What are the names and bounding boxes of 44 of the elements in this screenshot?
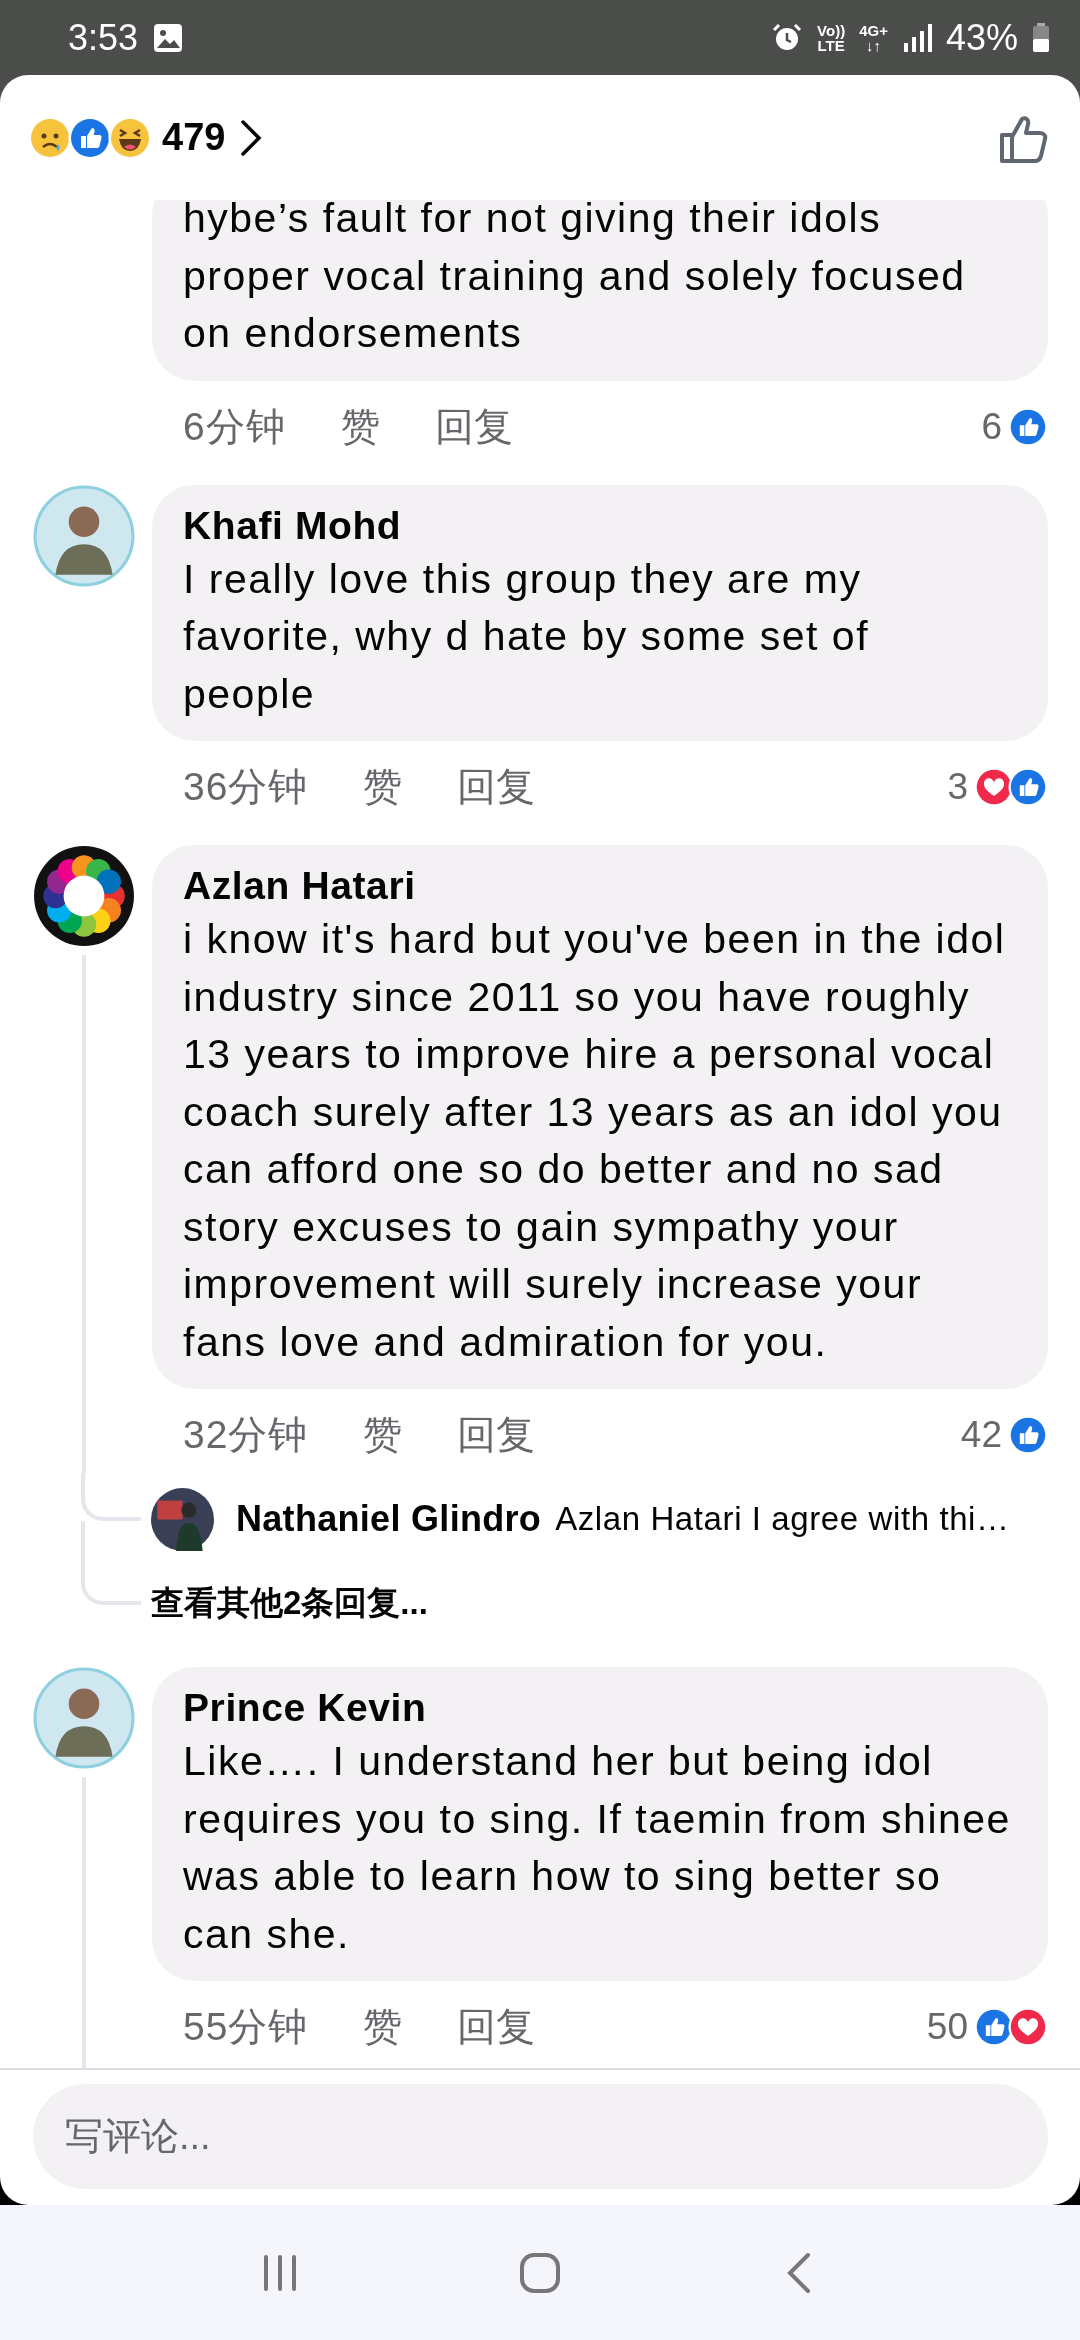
comment-time: 32分钟 (183, 1412, 309, 1458)
like-reaction-icon (1008, 767, 1048, 807)
comment-text: I really love this group they are my favorite, why d hate by some set of people (183, 554, 871, 719)
comment-reaction-count[interactable]: 50 (926, 2006, 968, 2048)
heart-reaction-icon (1008, 2007, 1048, 2047)
home-icon[interactable] (518, 2250, 562, 2295)
thread-connector (81, 1473, 141, 1521)
like-reaction-icon (1008, 1415, 1048, 1455)
comment-reaction-count[interactable]: 42 (960, 1414, 1002, 1456)
comment-time: 55分钟 (183, 2004, 309, 2050)
like-link[interactable]: 赞 (363, 760, 403, 814)
avatar[interactable] (151, 1487, 214, 1551)
clock: 3:53 (68, 16, 139, 59)
comment-input[interactable]: 写评论... (33, 2084, 1048, 2189)
comment-text: hybe’s fault for not giving their idols proper vocal training and solely focused on endorsements (183, 200, 967, 358)
like-link[interactable]: 赞 (363, 1408, 403, 1462)
reply-link[interactable]: 回复 (434, 399, 513, 454)
battery-percent: 43% (945, 16, 1018, 59)
thread-connector (81, 1565, 141, 1605)
comment-author[interactable]: Khafi Mohd (183, 500, 1012, 551)
avatar[interactable] (33, 845, 135, 947)
comment-text: i know it's hard but you've been in the idol industry since 2011 so you have roughly 13 years to improve hire a personal vocal coach surely after 13 years as an idol you can afford one so do better and no sad story excuses to gain sympathy your improvement will surely increase your fans love and admiration for you. (183, 915, 1007, 1367)
reply-link[interactable]: 回复 (457, 2000, 536, 2054)
reply-link[interactable]: 回复 (457, 760, 536, 814)
volte-indicator: Vo)) LTE (817, 22, 846, 53)
battery-icon (1032, 22, 1050, 53)
signal-icon (901, 22, 932, 53)
reaction-count[interactable]: 479 (162, 116, 226, 159)
reply-link[interactable]: 回复 (457, 1408, 536, 1462)
network-indicator: 4G+ ↓↑ (859, 22, 888, 53)
view-more-replies-link[interactable]: 查看其他2条回复... (151, 1580, 428, 1626)
chevron-right-icon[interactable] (239, 117, 264, 158)
like-link[interactable]: 赞 (363, 2000, 403, 2054)
comment-text: Like…. I understand her but being idol requires you to sing. If taemin from shinee was able to learn how to sing better so can she. (183, 1737, 1012, 1959)
reply-text: Azlan Hatari I agree with thi… (555, 1500, 1010, 1538)
like-link[interactable]: 赞 (340, 399, 380, 454)
comment-reaction-count[interactable]: 3 (947, 766, 968, 808)
reply-author[interactable]: Nathaniel Glindro (236, 1498, 542, 1540)
comment-time: 6分钟 (183, 403, 286, 450)
comment-time: 36分钟 (183, 764, 309, 810)
gallery-icon (152, 21, 185, 54)
comment-reaction-count[interactable]: 6 (981, 405, 1002, 448)
comment-author[interactable]: Azlan Hatari (183, 861, 1012, 911)
comment-author[interactable]: Prince Kevin (183, 1683, 1012, 1733)
